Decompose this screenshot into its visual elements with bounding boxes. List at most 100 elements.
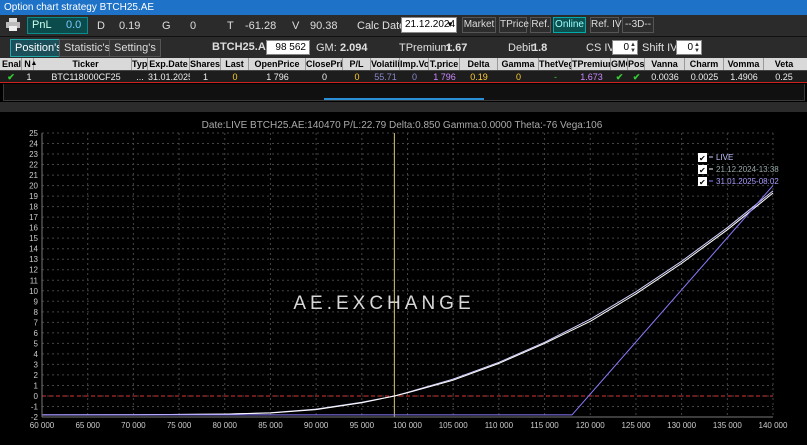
ref-iv-button[interactable]: Ref. IV	[590, 17, 622, 33]
gamma-value: 0	[190, 20, 197, 32]
imp-vol-cell: 0	[411, 72, 417, 82]
calc-date-select[interactable]: 21.12.2024 ▼	[401, 17, 457, 33]
gmc-checkbox[interactable]: ✔	[611, 71, 628, 83]
3d-button[interactable]: --3D--	[622, 17, 654, 33]
col-header[interactable]: Imp.Vo	[400, 58, 429, 70]
vega-label: V	[292, 20, 300, 32]
col-header[interactable]: TPremium	[572, 58, 611, 70]
y-tick-label: 8	[34, 308, 39, 317]
shares-cell[interactable]: 1	[190, 71, 221, 83]
spinner-icon[interactable]: ▲ ▼	[694, 42, 700, 54]
horizontal-scrollbar[interactable]	[324, 98, 484, 100]
col-header[interactable]: Charm	[685, 58, 724, 70]
check-icon: ✔	[699, 166, 706, 175]
y-tick-label: 23	[29, 150, 38, 159]
cs-iv-field[interactable]: 0 ▲ ▼	[612, 40, 638, 55]
col-header[interactable]: ThetVeg	[539, 58, 572, 70]
chart-svg: AE.EXCHANGE -2-1012345678910111213141516…	[29, 120, 788, 430]
col-header[interactable]: Typ	[132, 58, 148, 70]
vomma-cell: 1.4906	[730, 72, 758, 82]
col-header[interactable]: OpenPrice	[249, 58, 306, 70]
x-tick-label: 65 000	[75, 421, 100, 430]
open-price-cell[interactable]: 1 796	[249, 71, 306, 83]
online-button[interactable]: Online	[553, 17, 586, 33]
table-row[interactable]: ✔ 1 BTC118000CF25 ... 31.01.2025 1 0 1 7…	[0, 70, 807, 83]
col-header[interactable]: Ticker	[40, 58, 132, 70]
x-tick-label: 90 000	[304, 421, 329, 430]
col-header[interactable]: Vomma	[724, 58, 764, 70]
chart-legend: ✔ LIVE ✔ 21.12.2024-13:38 ✔ 31.01.2025-0…	[698, 153, 779, 187]
col-header[interactable]: T.price	[429, 58, 460, 70]
col-header[interactable]: Pos	[628, 58, 645, 70]
y-tick-label: 14	[29, 245, 38, 254]
y-tick-label: 1	[34, 381, 39, 390]
veta-cell: 0.25	[775, 72, 793, 82]
y-tick-label: 20	[29, 182, 38, 191]
gamma-cell: 0	[515, 72, 521, 82]
x-tick-label: 135 000	[713, 421, 742, 430]
legend-label: LIVE	[716, 153, 733, 162]
y-tick-label: 19	[29, 192, 38, 201]
y-tick-label: 18	[29, 203, 38, 212]
col-header[interactable]: GMC	[611, 58, 628, 70]
vega-value: 90.38	[310, 20, 338, 32]
y-tick-label: 7	[34, 318, 39, 327]
instrument-price-field[interactable]: 98 562	[266, 40, 310, 55]
x-tick-label: 75 000	[167, 421, 192, 430]
col-header[interactable]: Vanna	[645, 58, 685, 70]
x-tick-label: 130 000	[667, 421, 696, 430]
chart-separator	[0, 102, 807, 112]
tab-settings[interactable]: Setting's	[109, 39, 161, 57]
market-button[interactable]: Market	[462, 17, 496, 33]
pnl-box: PnL 0.0	[27, 17, 88, 34]
ticker-cell: BTC118000CF25	[51, 72, 121, 82]
col-header[interactable]: P/L	[343, 58, 371, 70]
delta-label: D	[97, 20, 105, 32]
legend-label: 31.01.2025-08:02	[716, 177, 779, 186]
y-tick-label: 0	[34, 392, 39, 401]
chevron-down-icon: ▼	[446, 20, 454, 29]
vanna-cell: 0.0036	[651, 72, 679, 82]
shift-iv-field[interactable]: 0 ▲ ▼	[676, 40, 702, 55]
tprice-button[interactable]: TPrice	[499, 17, 529, 33]
ref-button[interactable]: Ref.	[530, 17, 551, 33]
tpremium-value: 1.67	[446, 42, 468, 54]
col-header[interactable]: ClosePri	[306, 58, 343, 70]
payoff-chart[interactable]: AE.EXCHANGE -2 -1 0 1 2 3 4 5 6 7 8 9 10 11 12 13 14 15 16…	[0, 112, 807, 445]
y-tick-label: 9	[34, 297, 39, 306]
check-icon: ✔	[699, 154, 706, 163]
col-header[interactable]: Volatili	[371, 58, 400, 70]
delta-value: 0.19	[119, 20, 141, 32]
charm-cell: 0.0025	[690, 72, 719, 82]
y-tick-label: 25	[29, 129, 38, 138]
col-header[interactable]: Shares	[190, 58, 221, 70]
col-header[interactable]: Gamma	[498, 58, 539, 70]
enabled-checkbox[interactable]: ✔	[4, 71, 18, 83]
x-tick-label: 85 000	[258, 421, 283, 430]
y-tick-label: 4	[34, 350, 39, 359]
pnl-label: PnL	[32, 19, 52, 31]
y-tick-label: 2	[34, 371, 39, 380]
top-toolbar: PnL 0.0 D 0.19 G 0 T -61.28 V 90.38 Calc…	[0, 15, 807, 37]
tpremium-label: TPremium:	[399, 42, 453, 54]
col-header[interactable]: Delta	[460, 58, 498, 70]
spinner-icon[interactable]: ▲ ▼	[630, 42, 636, 54]
col-header[interactable]: Enal	[2, 58, 22, 70]
col-header[interactable]: Exp.Date	[148, 58, 190, 70]
y-tick-label: -1	[31, 402, 39, 411]
y-tick-label: 22	[29, 161, 38, 170]
x-tick-label: 120 000	[576, 421, 605, 430]
shift-iv-label: Shift IV:	[642, 42, 681, 54]
x-tick-label: 110 000	[485, 421, 514, 430]
info-bar: Position's Statistic's Setting's BTCH25.…	[0, 37, 807, 58]
print-icon[interactable]	[6, 18, 20, 31]
col-header[interactable]: Veta	[764, 58, 804, 70]
y-tick-label: 6	[34, 329, 39, 338]
y-tick-label: 3	[34, 360, 39, 369]
col-header[interactable]: Last	[221, 58, 249, 70]
pos-checkbox[interactable]: ✔	[628, 71, 645, 83]
tab-statistics[interactable]: Statistic's	[59, 39, 116, 57]
tpremium-cell: 1.673	[580, 72, 603, 82]
delta-cell: 0.19	[470, 72, 488, 82]
instrument-symbol: BTCH25.AE	[212, 41, 274, 53]
